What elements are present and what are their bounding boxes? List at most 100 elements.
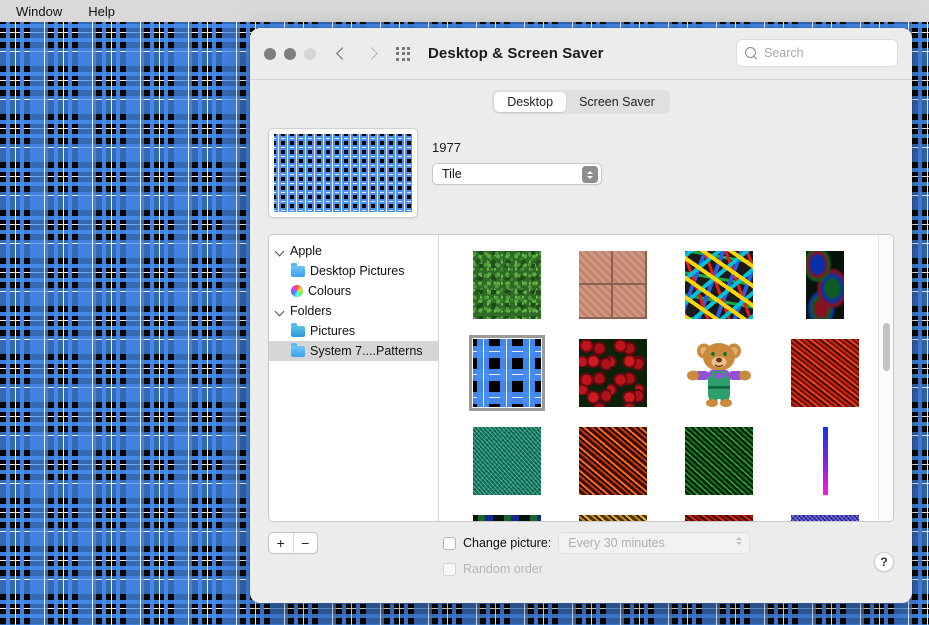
- change-picture-block: Change picture: Every 30 minutes Random …: [443, 532, 751, 580]
- folder-icon: [291, 343, 305, 357]
- search-field[interactable]: Search: [736, 39, 898, 67]
- grid-dot: [401, 46, 405, 50]
- bottom-controls: + − Change picture: Every 30 minutes Ran…: [268, 532, 894, 594]
- grid-dot: [407, 57, 410, 61]
- disclosure-triangle-icon[interactable]: [275, 306, 285, 316]
- grid-dot: [396, 46, 399, 50]
- random-order-checkbox: [443, 562, 456, 576]
- thumbnail-blue-magenta-gradient[interactable]: [822, 427, 828, 495]
- change-picture-checkbox[interactable]: [443, 536, 456, 550]
- thumbnail-cell[interactable]: [465, 249, 549, 321]
- thumbnail-gold-texture[interactable]: [579, 515, 647, 521]
- tab-desktop[interactable]: Desktop: [494, 92, 567, 112]
- thumbnail-teal-diagonal-texture[interactable]: [473, 427, 541, 495]
- grid-dot: [401, 52, 405, 55]
- window-title: Desktop & Screen Saver: [428, 45, 604, 62]
- grid-dot: [396, 52, 399, 55]
- close-button[interactable]: [264, 47, 276, 60]
- thumbnail-cell-selected[interactable]: [465, 335, 549, 411]
- thumbnail-cell[interactable]: [783, 337, 867, 409]
- thumbnail-cell[interactable]: [677, 425, 761, 497]
- desktop-screen-saver-window: Desktop & Screen Saver Search Desktop Sc…: [250, 28, 912, 603]
- wallpaper-preview: [268, 128, 418, 218]
- sidebar-item-label: Colours: [308, 284, 352, 298]
- thumbnail-blue-weave-texture[interactable]: [791, 515, 859, 521]
- thumbnail-green-navy-plaid[interactable]: [473, 515, 541, 521]
- search-placeholder: Search: [764, 46, 804, 60]
- sidebar-item-pictures[interactable]: Pictures: [269, 321, 438, 341]
- tab-bar-row: Desktop Screen Saver: [250, 80, 912, 124]
- chevron-down-icon: [587, 175, 593, 179]
- change-interval-value: Every 30 minutes: [568, 536, 665, 550]
- thumbnail-coloured-ribbons-texture[interactable]: [685, 251, 753, 319]
- source-list-sidebar[interactable]: Apple Desktop Pictures Colours Folders P…: [269, 235, 439, 521]
- sidebar-group-apple[interactable]: Apple: [269, 241, 438, 261]
- chevron-updown-icon: [582, 166, 598, 183]
- tab-screen-saver[interactable]: Screen Saver: [566, 92, 668, 112]
- thumbnail-fire-texture[interactable]: [579, 427, 647, 495]
- thumbnail-cell[interactable]: [571, 425, 655, 497]
- folder-icon: [291, 323, 305, 337]
- change-interval-popup-button: Every 30 minutes: [558, 532, 751, 554]
- thumbnail-teddy-bear-image[interactable]: [686, 339, 752, 407]
- thumbnail-blue-black-plaid[interactable]: [469, 335, 545, 411]
- add-remove-folder-buttons: + −: [268, 532, 318, 554]
- thumbnail-red-weave-texture[interactable]: [791, 339, 859, 407]
- minimize-button[interactable]: [284, 47, 296, 60]
- thumbnail-cell[interactable]: [571, 513, 655, 521]
- thumbnail-cell[interactable]: [783, 249, 867, 321]
- remove-folder-button[interactable]: −: [294, 533, 318, 553]
- sidebar-item-colours[interactable]: Colours: [269, 281, 438, 301]
- sidebar-item-desktop-pictures[interactable]: Desktop Pictures: [269, 261, 438, 281]
- disclosure-triangle-icon[interactable]: [275, 246, 285, 256]
- back-icon[interactable]: [334, 46, 350, 62]
- colour-wheel-icon: [291, 285, 303, 297]
- thumbnail-cell[interactable]: [677, 513, 761, 521]
- thumbnail-swirl-pattern[interactable]: [806, 251, 844, 319]
- thumbnail-grid-area: [439, 235, 893, 521]
- forward-icon[interactable]: [364, 46, 380, 62]
- preview-row: 1977 Tile: [268, 128, 894, 218]
- random-order-label: Random order: [463, 562, 543, 576]
- preview-metadata: 1977 Tile: [432, 128, 602, 218]
- thumbnail-cell[interactable]: [571, 249, 655, 321]
- menu-bar: Window Help: [0, 0, 929, 22]
- thumbnail-red-roses-texture[interactable]: [579, 339, 647, 407]
- menu-item-window[interactable]: Window: [14, 4, 64, 19]
- thumbnail-cell[interactable]: [465, 513, 549, 521]
- sidebar-item-system-7-patterns[interactable]: System 7....Patterns: [269, 341, 438, 361]
- sidebar-item-label: Desktop Pictures: [310, 264, 405, 278]
- grid-dot: [396, 57, 399, 61]
- zoom-button[interactable]: [304, 47, 316, 60]
- picture-browser: Apple Desktop Pictures Colours Folders P…: [268, 234, 894, 522]
- thumbnail-cell[interactable]: [677, 249, 761, 321]
- help-button[interactable]: ?: [874, 552, 894, 572]
- thumbnail-cell[interactable]: [677, 337, 761, 409]
- grid-scrollbar[interactable]: [878, 235, 893, 521]
- thumbnail-cell[interactable]: [465, 425, 549, 497]
- preview-image: [274, 134, 412, 212]
- grid-scrollbar-thumb[interactable]: [883, 323, 890, 371]
- sidebar-group-folders[interactable]: Folders: [269, 301, 438, 321]
- chevron-up-icon: [587, 170, 593, 174]
- scaling-value: Tile: [442, 167, 462, 181]
- sidebar-group-label: Folders: [290, 304, 332, 318]
- thumbnail-cell[interactable]: [783, 513, 867, 521]
- change-picture-label: Change picture:: [463, 536, 552, 550]
- thumbnail-green-weave-texture[interactable]: [685, 427, 753, 495]
- grid-dot: [407, 46, 410, 50]
- chevron-updown-icon: [736, 537, 743, 545]
- grid-dot: [407, 52, 410, 55]
- add-folder-button[interactable]: +: [269, 533, 294, 553]
- menu-item-help[interactable]: Help: [86, 4, 117, 19]
- show-all-grid-icon[interactable]: [396, 46, 410, 61]
- thumbnail-grid: [439, 235, 893, 521]
- image-name-label: 1977: [432, 140, 461, 155]
- thumbnail-terracotta-tile-texture[interactable]: [579, 251, 647, 319]
- thumbnail-cell[interactable]: [571, 337, 655, 409]
- scaling-popup-button[interactable]: Tile: [432, 163, 602, 185]
- thumbnail-cell[interactable]: [783, 425, 867, 497]
- sidebar-group-label: Apple: [290, 244, 322, 258]
- thumbnail-red-texture[interactable]: [685, 515, 753, 521]
- thumbnail-grass-texture[interactable]: [473, 251, 541, 319]
